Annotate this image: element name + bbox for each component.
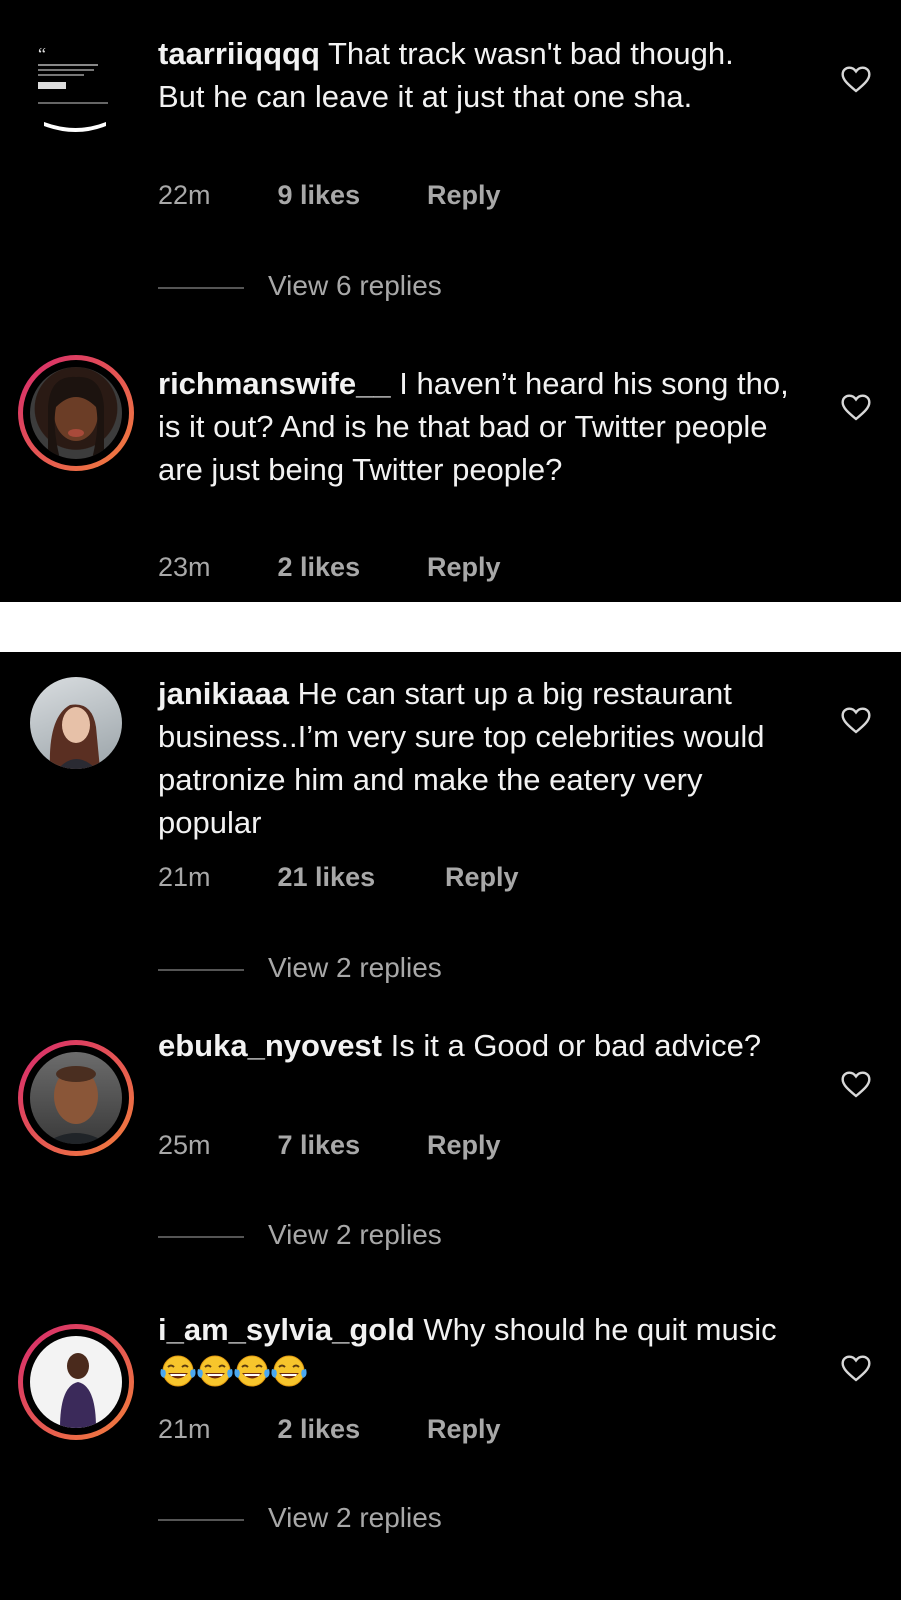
comment-body: Why should he quit music xyxy=(423,1312,777,1347)
reply-button[interactable]: Reply xyxy=(427,1414,501,1445)
comments-panel-top: “ taarriiqqqq That track wasn't bad thou… xyxy=(0,0,901,602)
comment-username[interactable]: taarriiqqqq xyxy=(158,36,320,71)
story-ring[interactable] xyxy=(18,1324,134,1440)
comment-text: ebuka_nyovest Is it a Good or bad advice… xyxy=(158,1024,798,1067)
comment-likes[interactable]: 21 likes xyxy=(278,862,438,893)
comment-meta: 25m 7 likes Reply xyxy=(158,1130,501,1161)
replies-divider-line xyxy=(158,1518,244,1521)
comment-meta: 21m 2 likes Reply xyxy=(158,1414,501,1445)
screenshot-divider xyxy=(0,602,901,652)
view-replies-button[interactable]: View 2 replies xyxy=(158,1219,442,1251)
view-replies-label: View 2 replies xyxy=(268,1502,442,1533)
comments-panel-bottom: janikiaaa He can start up a big restaura… xyxy=(0,652,901,1600)
replies-divider-line xyxy=(158,286,244,289)
comment-time: 21m xyxy=(158,1414,211,1444)
avatar xyxy=(30,367,122,459)
avatar xyxy=(30,1336,122,1428)
tears-of-joy-emoji-icon xyxy=(160,1355,196,1387)
heart-icon[interactable] xyxy=(840,705,872,735)
reply-button[interactable]: Reply xyxy=(427,1130,501,1161)
reply-button[interactable]: Reply xyxy=(445,862,519,893)
view-replies-button[interactable]: View 6 replies xyxy=(158,270,442,302)
comment-username[interactable]: ebuka_nyovest xyxy=(158,1028,382,1063)
comment-username[interactable]: janikiaaa xyxy=(158,676,289,711)
tears-of-joy-emoji-icon xyxy=(271,1355,307,1387)
story-ring[interactable] xyxy=(18,1040,134,1156)
comment-likes[interactable]: 2 likes xyxy=(278,552,420,583)
comment-body-line: But he can leave it at just that one sha… xyxy=(158,79,693,114)
comment-text: richmanswife__ I haven’t heard his song … xyxy=(158,362,798,491)
comment-text: taarriiqqqq That track wasn't bad though… xyxy=(158,32,798,118)
heart-icon[interactable] xyxy=(840,1069,872,1099)
story-ring[interactable] xyxy=(18,355,134,471)
comment-time: 22m xyxy=(158,180,211,210)
heart-icon[interactable] xyxy=(840,1353,872,1383)
comment-text: janikiaaa He can start up a big restaura… xyxy=(158,672,798,844)
comment-likes[interactable]: 9 likes xyxy=(278,180,420,211)
avatar[interactable]: “ xyxy=(30,40,122,132)
comment-body: Is it a Good or bad advice? xyxy=(390,1028,762,1063)
comment-likes[interactable]: 2 likes xyxy=(278,1414,420,1445)
replies-divider-line xyxy=(158,968,244,971)
comment-time: 21m xyxy=(158,862,211,892)
comment-time: 25m xyxy=(158,1130,211,1160)
replies-divider-line xyxy=(158,1235,244,1238)
view-replies-label: View 2 replies xyxy=(268,1219,442,1250)
comment-text: i_am_sylvia_gold Why should he quit musi… xyxy=(158,1308,798,1394)
comment-username[interactable]: i_am_sylvia_gold xyxy=(158,1312,415,1347)
heart-icon[interactable] xyxy=(840,392,872,422)
avatar[interactable] xyxy=(30,677,122,769)
comment-body: That track wasn't bad though. xyxy=(327,36,734,71)
view-replies-button[interactable]: View 2 replies xyxy=(158,952,442,984)
view-replies-label: View 6 replies xyxy=(268,270,442,301)
comment-meta: 22m 9 likes Reply xyxy=(158,180,501,211)
avatar xyxy=(30,1052,122,1144)
tears-of-joy-emoji-icon xyxy=(197,1355,233,1387)
reply-button[interactable]: Reply xyxy=(427,552,501,583)
comment-time: 23m xyxy=(158,552,211,582)
view-replies-label: View 2 replies xyxy=(268,952,442,983)
comment-username[interactable]: richmanswife__ xyxy=(158,366,391,401)
comment-meta: 21m 21 likes Reply xyxy=(158,862,519,893)
reply-button[interactable]: Reply xyxy=(427,180,501,211)
emoji-group xyxy=(158,1355,307,1390)
heart-icon[interactable] xyxy=(840,64,872,94)
comment-likes[interactable]: 7 likes xyxy=(278,1130,420,1161)
view-replies-button[interactable]: View 2 replies xyxy=(158,1502,442,1534)
comment-meta: 23m 2 likes Reply xyxy=(158,552,501,583)
svg-text:“: “ xyxy=(38,44,46,64)
tears-of-joy-emoji-icon xyxy=(234,1355,270,1387)
